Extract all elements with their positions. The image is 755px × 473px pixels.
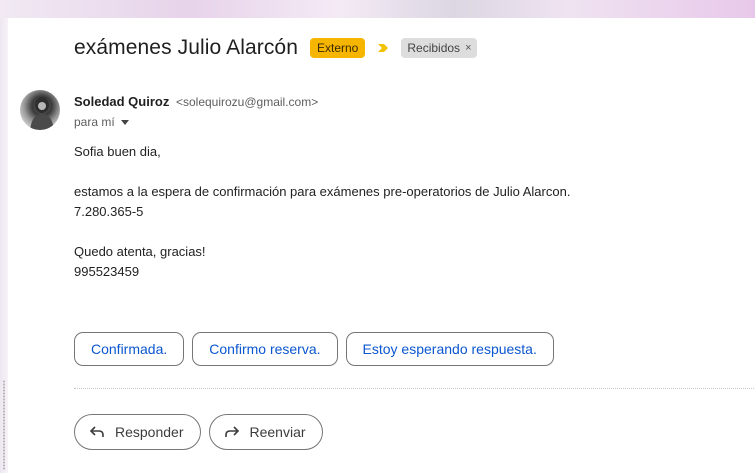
label-inbox-text: Recibidos — [407, 41, 461, 55]
smart-reply-chip[interactable]: Estoy esperando respuesta. — [345, 332, 554, 366]
body-line — [74, 222, 570, 242]
sender-name[interactable]: Soledad Quiroz — [74, 94, 169, 109]
subject-row: exámenes Julio Alarcón Externo Recibidos… — [74, 36, 477, 60]
sender-line: Soledad Quiroz <solequirozu@gmail.com> — [74, 94, 318, 109]
email-subject: exámenes Julio Alarcón — [74, 36, 298, 59]
label-external[interactable]: Externo — [310, 38, 366, 58]
reply-button[interactable]: Responder — [74, 414, 201, 450]
avatar[interactable] — [20, 90, 60, 130]
forward-button[interactable]: Reenviar — [208, 414, 323, 450]
smart-reply-chip[interactable]: Confirmada. — [74, 332, 185, 366]
body-line: Quedo atenta, gracias! — [74, 244, 206, 259]
forward-label: Reenviar — [249, 424, 306, 440]
header-banner — [0, 0, 755, 18]
recipient-label: para mí — [74, 115, 115, 129]
body-line: Sofia buen dia, — [74, 144, 161, 159]
body-line — [74, 162, 570, 182]
message-view: exámenes Julio Alarcón Externo Recibidos… — [8, 18, 755, 473]
email-body: Sofia buen dia, estamos a la espera de c… — [74, 142, 570, 282]
reply-actions: Responder Reenviar — [74, 414, 323, 450]
label-inbox[interactable]: Recibidos × — [401, 38, 477, 58]
recipient-details[interactable]: para mí — [74, 115, 129, 129]
smart-replies: Confirmada. Confirmo reserva. Estoy espe… — [74, 332, 554, 366]
reply-label: Responder — [115, 424, 184, 440]
chevron-down-icon[interactable] — [120, 119, 129, 125]
divider — [74, 388, 754, 389]
forward-arrow-icon — [224, 426, 239, 437]
importance-marker-icon[interactable] — [377, 42, 389, 54]
reply-arrow-icon — [89, 426, 104, 437]
sender-email: <solequirozu@gmail.com> — [175, 95, 319, 109]
scroll-indicator — [3, 380, 5, 470]
remove-label-icon[interactable]: × — [465, 40, 471, 56]
body-line: 7.280.365-5 — [74, 204, 144, 219]
body-line: estamos a la espera de confirmación para… — [74, 184, 571, 199]
body-line: 995523459 — [74, 264, 140, 279]
smart-reply-chip[interactable]: Confirmo reserva. — [192, 332, 338, 366]
